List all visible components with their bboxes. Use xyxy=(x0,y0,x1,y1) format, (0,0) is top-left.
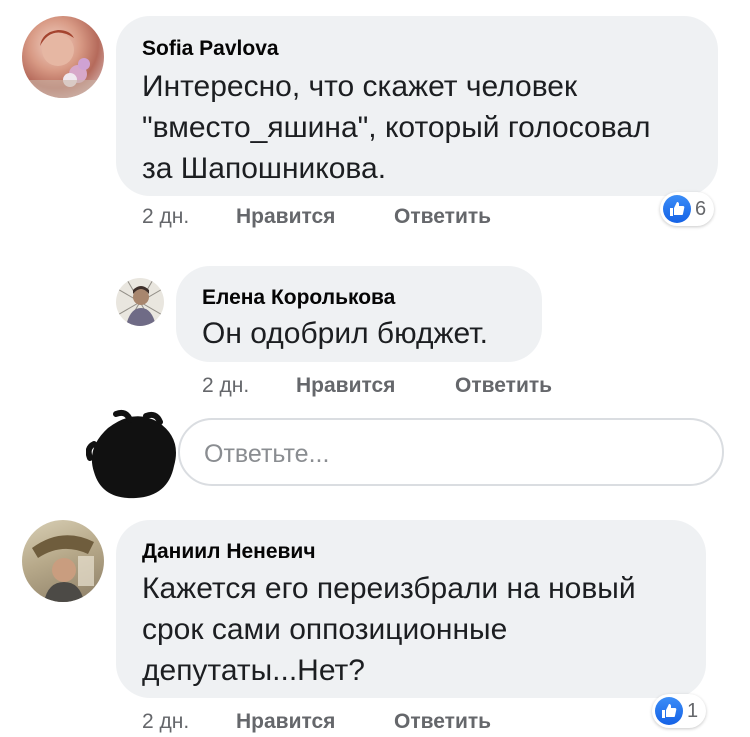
avatar-photo xyxy=(22,30,104,98)
avatar[interactable] xyxy=(22,520,104,602)
comment-text: Кажется его переизбрали на новый срок са… xyxy=(142,572,636,687)
like-button[interactable]: Нравится xyxy=(296,374,395,398)
reaction-count: 6 xyxy=(695,197,707,220)
avatar-photo xyxy=(116,278,164,326)
avatar[interactable] xyxy=(116,278,164,326)
reply-button[interactable]: Ответить xyxy=(394,205,491,229)
thumbs-up-icon xyxy=(655,697,683,725)
reaction-badge[interactable]: 1 xyxy=(652,694,707,728)
reply-button[interactable]: Ответить xyxy=(394,710,491,734)
comment-time[interactable]: 2 дн. xyxy=(202,374,249,398)
reply-button[interactable]: Ответить xyxy=(455,374,552,398)
reply-input-placeholder: Ответьте... xyxy=(204,440,330,468)
reaction-count: 1 xyxy=(687,699,699,722)
comment-time[interactable]: 2 дн. xyxy=(142,205,189,229)
reaction-badge[interactable]: 6 xyxy=(660,192,715,226)
avatar-photo xyxy=(32,535,94,602)
comment-author[interactable]: Даниил Неневич xyxy=(142,540,316,564)
redacted-avatar-scribble xyxy=(85,408,182,502)
avatar[interactable] xyxy=(22,16,104,98)
comment-author[interactable]: Sofia Pavlova xyxy=(142,37,279,61)
comment-text: Интересно, что скажет человек "вместо_яш… xyxy=(142,70,651,185)
thumbs-up-icon xyxy=(663,195,691,223)
comment-author[interactable]: Елена Королькова xyxy=(202,286,395,310)
reply-input[interactable]: Ответьте... xyxy=(178,418,724,486)
like-button[interactable]: Нравится xyxy=(236,710,335,734)
comment-text: Он одобрил бюджет. xyxy=(202,317,488,350)
like-button[interactable]: Нравится xyxy=(236,205,335,229)
comment-time[interactable]: 2 дн. xyxy=(142,710,189,734)
